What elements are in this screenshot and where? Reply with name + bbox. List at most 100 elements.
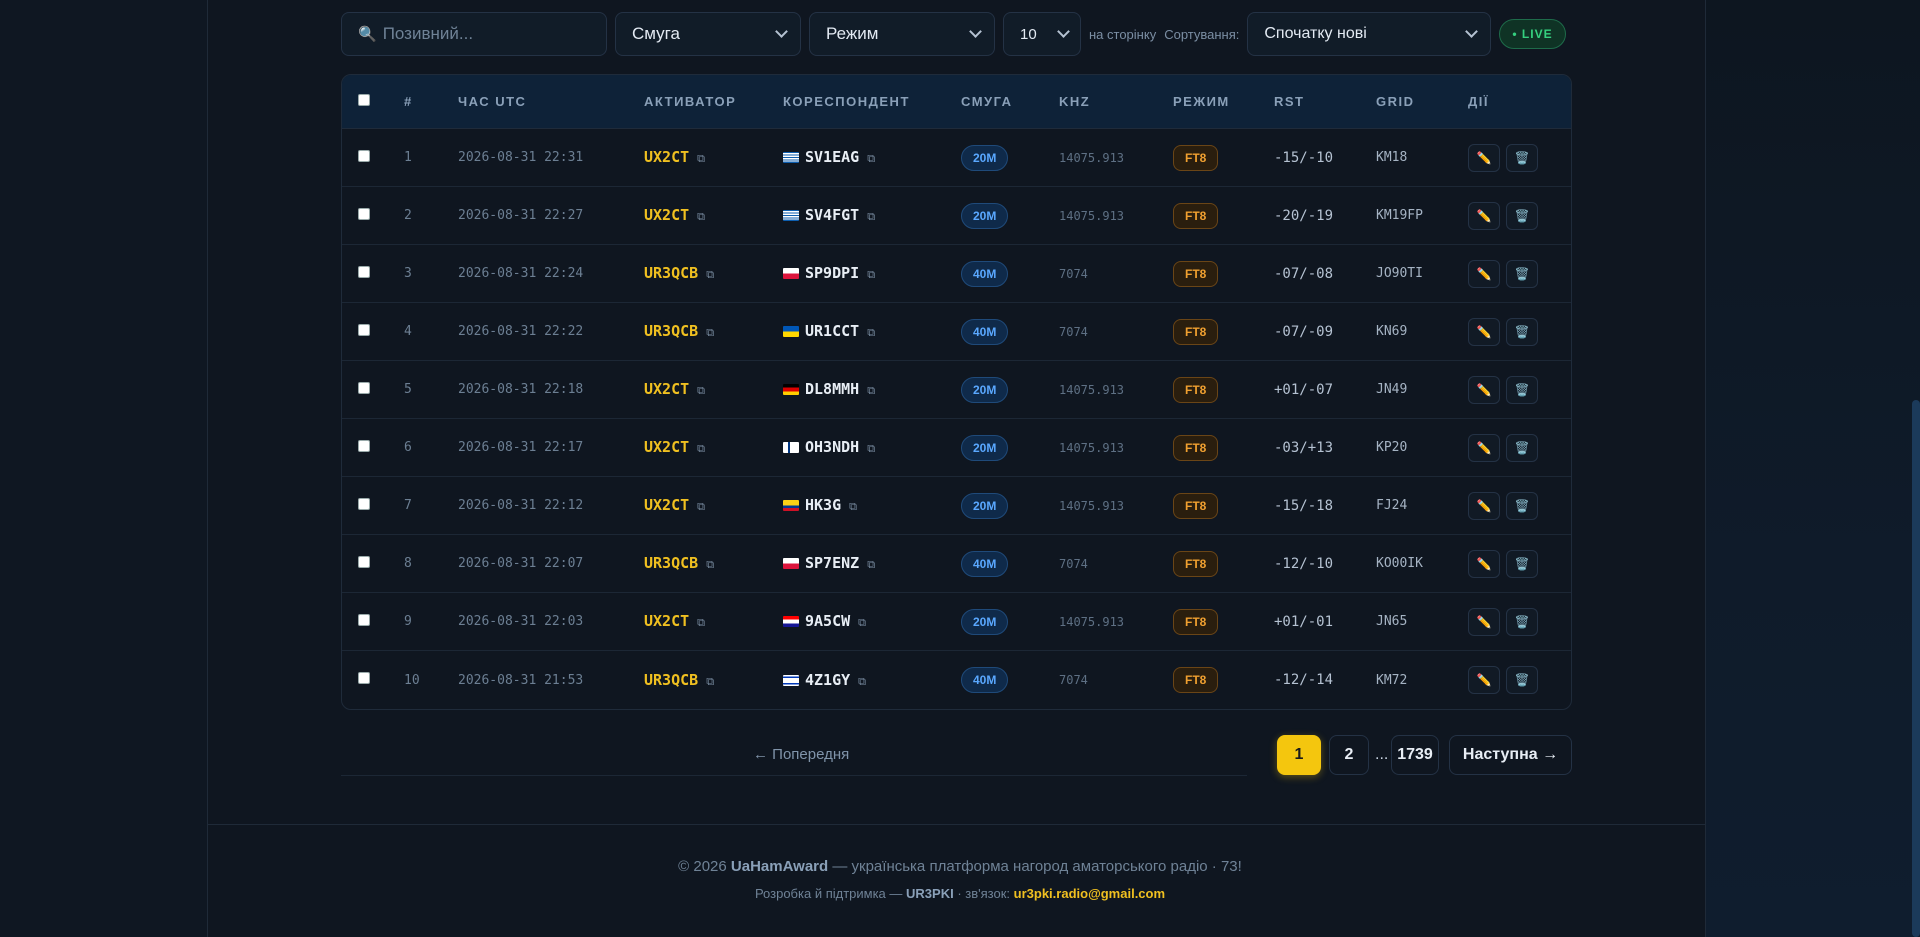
page-last-button[interactable]: 1739 (1391, 735, 1439, 775)
external-link-icon[interactable]: ⧉ (867, 269, 875, 282)
activator-link[interactable]: UX2CT (644, 380, 689, 398)
edit-button[interactable]: ✏️ (1468, 549, 1500, 578)
contact-email-link[interactable]: ur3pki.radio@gmail.com (1014, 886, 1165, 901)
row-number: 6 (404, 440, 412, 455)
correspondent-link[interactable]: UR1CCT (805, 322, 859, 340)
external-link-icon[interactable]: ⧉ (849, 501, 857, 514)
activator-link[interactable]: UX2CT (644, 148, 689, 166)
delete-button[interactable]: 🗑️ (1506, 259, 1538, 288)
edit-button[interactable]: ✏️ (1468, 491, 1500, 520)
table-row: 4 2026-08-31 22:22 UR3QCB ⧉ UR1CCT ⧉ 40M 7074 FT… (342, 303, 1571, 361)
edit-button[interactable]: ✏️ (1468, 201, 1500, 230)
row-checkbox[interactable] (358, 439, 370, 452)
prev-page-button[interactable]: ← Попередня (753, 735, 849, 775)
external-link-icon[interactable]: ⧉ (697, 385, 705, 398)
delete-button[interactable]: 🗑️ (1506, 201, 1538, 230)
header-rst: RST (1274, 94, 1305, 109)
external-link-icon[interactable]: ⧉ (867, 327, 875, 340)
row-checkbox[interactable] (358, 265, 370, 278)
external-link-icon[interactable]: ⧉ (867, 385, 875, 398)
activator-link[interactable]: UX2CT (644, 206, 689, 224)
external-link-icon[interactable]: ⧉ (867, 153, 875, 166)
delete-button[interactable]: 🗑️ (1506, 666, 1538, 694)
page-2-button[interactable]: 2 (1329, 735, 1369, 775)
page-1-button[interactable]: 1 (1277, 735, 1321, 775)
edit-button[interactable]: ✏️ (1468, 317, 1500, 346)
select-all-checkbox[interactable] (358, 93, 370, 106)
activator-link[interactable]: UR3QCB (644, 554, 698, 572)
activator-link[interactable]: UX2CT (644, 496, 689, 514)
edit-button[interactable]: ✏️ (1468, 143, 1500, 172)
delete-button[interactable]: 🗑️ (1506, 607, 1538, 636)
callsign-search-input[interactable] (382, 24, 583, 44)
correspondent-link[interactable]: 4Z1GY (805, 671, 850, 689)
sort-label: Сортування: (1164, 26, 1240, 42)
row-checkbox[interactable] (358, 149, 370, 162)
row-checkbox[interactable] (358, 207, 370, 220)
external-link-icon[interactable]: ⧉ (697, 617, 705, 630)
dev-callsign[interactable]: UR3PKI (906, 886, 954, 901)
delete-button[interactable]: 🗑️ (1506, 143, 1538, 172)
edit-button[interactable]: ✏️ (1468, 433, 1500, 462)
band-badge: 20M (961, 376, 1009, 403)
external-link-icon[interactable]: ⧉ (706, 327, 714, 340)
external-link-icon[interactable]: ⧉ (706, 269, 714, 282)
delete-button[interactable]: 🗑️ (1506, 491, 1538, 520)
row-checkbox[interactable] (358, 555, 370, 568)
brand-name[interactable]: UaHamAward (731, 858, 828, 875)
external-link-icon[interactable]: ⧉ (697, 501, 705, 514)
external-link-icon[interactable]: ⧉ (697, 211, 705, 224)
band-select[interactable]: Смуга (615, 12, 801, 56)
external-link-icon[interactable]: ⧉ (697, 443, 705, 456)
external-link-icon[interactable]: ⧉ (867, 443, 875, 456)
external-link-icon[interactable]: ⧉ (697, 153, 705, 166)
per-page-select[interactable]: 10 (1003, 12, 1081, 56)
correspondent-link[interactable]: SP9DPI (805, 264, 859, 282)
external-link-icon[interactable]: ⧉ (858, 617, 866, 630)
correspondent-link[interactable]: DL8MMH (805, 380, 859, 398)
external-link-icon[interactable]: ⧉ (706, 676, 714, 689)
correspondent-link[interactable]: SV4FGT (805, 206, 859, 224)
edit-button[interactable]: ✏️ (1468, 259, 1500, 288)
sort-select[interactable]: Спочатку нові (1247, 12, 1492, 56)
correspondent-link[interactable]: SP7ENZ (805, 554, 859, 572)
edit-button[interactable]: ✏️ (1468, 607, 1500, 636)
edit-button[interactable]: ✏️ (1468, 666, 1500, 694)
grid-locator: JO90TI (1376, 266, 1423, 281)
row-checkbox[interactable] (358, 497, 370, 510)
band-badge: 20M (961, 492, 1009, 519)
correspondent-link[interactable]: SV1EAG (805, 148, 859, 166)
row-checkbox[interactable] (358, 323, 370, 336)
activator-link[interactable]: UR3QCB (644, 322, 698, 340)
header-time: Час UTC (458, 94, 527, 109)
live-badge[interactable]: • LIVE (1499, 19, 1566, 49)
activator-link[interactable]: UR3QCB (644, 671, 698, 689)
external-link-icon[interactable]: ⧉ (706, 559, 714, 572)
row-checkbox[interactable] (358, 672, 370, 684)
external-link-icon[interactable]: ⧉ (867, 211, 875, 224)
row-checkbox[interactable] (358, 613, 370, 626)
activator-link[interactable]: UR3QCB (644, 264, 698, 282)
row-number: 4 (404, 324, 412, 339)
table-row: 7 2026-08-31 22:12 UX2CT ⧉ HK3G ⧉ 20M 14075.913… (342, 477, 1571, 535)
correspondent-link[interactable]: HK3G (805, 496, 841, 514)
row-checkbox[interactable] (358, 381, 370, 394)
correspondent-link[interactable]: 9A5CW (805, 612, 850, 630)
external-link-icon[interactable]: ⧉ (858, 676, 866, 689)
activator-link[interactable]: UX2CT (644, 438, 689, 456)
activator-link[interactable]: UX2CT (644, 612, 689, 630)
mode-badge: FT8 (1173, 144, 1219, 171)
mode-select[interactable]: Режим (809, 12, 995, 56)
scrollbar[interactable] (1912, 400, 1920, 937)
correspondent-link[interactable]: OH3NDH (805, 438, 859, 456)
delete-button[interactable]: 🗑️ (1506, 317, 1538, 346)
delete-button[interactable]: 🗑️ (1506, 549, 1538, 578)
search-box[interactable]: 🔍 (341, 12, 607, 56)
table-row: 5 2026-08-31 22:18 UX2CT ⧉ DL8MMH ⧉ 20M 14075.9… (342, 361, 1571, 419)
delete-button[interactable]: 🗑️ (1506, 433, 1538, 462)
country-flag-icon (783, 674, 799, 686)
edit-button[interactable]: ✏️ (1468, 375, 1500, 404)
next-page-button[interactable]: Наступна → (1449, 735, 1572, 775)
external-link-icon[interactable]: ⧉ (867, 559, 875, 572)
delete-button[interactable]: 🗑️ (1506, 375, 1538, 404)
